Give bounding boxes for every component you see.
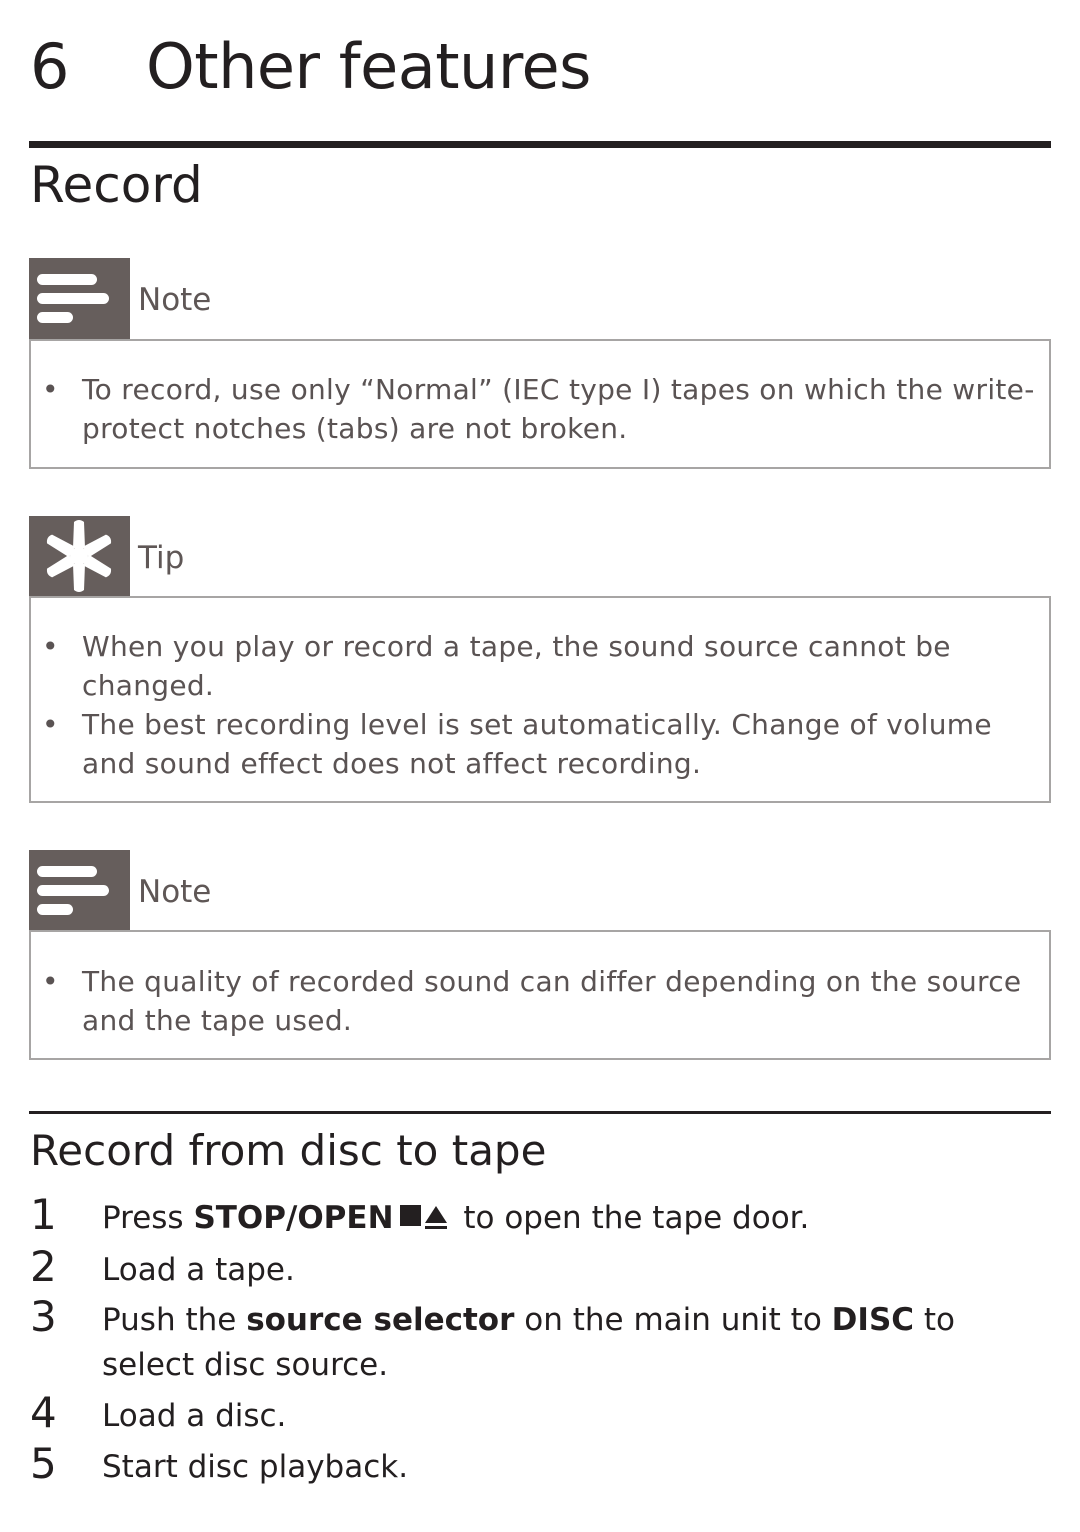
step-text: Push the source selector on the main uni… xyxy=(102,1302,955,1383)
tip-body: • When you play or record a tape, the sou… xyxy=(29,596,1051,803)
subsection-title: Record from disc to tape xyxy=(30,1126,547,1175)
note-label: Note xyxy=(138,874,212,910)
list-item: • The best recording level is set automat… xyxy=(42,708,992,780)
step-number: 2 xyxy=(30,1242,57,1291)
note-label: Note xyxy=(138,282,212,318)
list-item: • The quality of recorded sound can diffe… xyxy=(42,965,1022,1037)
step-number: 4 xyxy=(30,1388,57,1437)
note-header: Note xyxy=(29,850,1049,932)
note-lines-icon xyxy=(29,258,130,340)
step-text: Press STOP/OPEN to open the tape door. xyxy=(102,1200,810,1236)
tip-label: Tip xyxy=(138,540,185,576)
chapter-number: 6 xyxy=(30,30,70,103)
chapter-divider xyxy=(29,141,1051,148)
step-text: Load a tape. xyxy=(102,1252,295,1288)
asterisk-tip-icon xyxy=(29,516,130,598)
button-name: STOP/OPEN xyxy=(193,1200,394,1236)
chapter-title: Other features xyxy=(146,30,591,103)
note-lines-icon xyxy=(29,850,130,932)
note-header: Note xyxy=(29,258,1049,340)
list-item: • When you play or record a tape, the sou… xyxy=(42,630,951,702)
eject-icon xyxy=(424,1206,447,1229)
list-item: • To record, use only “Normal” (IEC type … xyxy=(42,373,1035,445)
step-text: Start disc playback. xyxy=(102,1449,409,1485)
note-body: • To record, use only “Normal” (IEC type … xyxy=(29,339,1051,469)
step-number: 3 xyxy=(30,1292,57,1341)
step-number: 1 xyxy=(30,1190,57,1239)
subsection-divider xyxy=(29,1111,1051,1114)
stop-icon xyxy=(399,1205,421,1226)
step-text: Load a disc. xyxy=(102,1398,287,1434)
step-number: 5 xyxy=(30,1439,57,1488)
section-title: Record xyxy=(30,156,203,214)
note-body: • The quality of recorded sound can diffe… xyxy=(29,930,1051,1060)
tip-header: Tip xyxy=(29,516,1049,598)
